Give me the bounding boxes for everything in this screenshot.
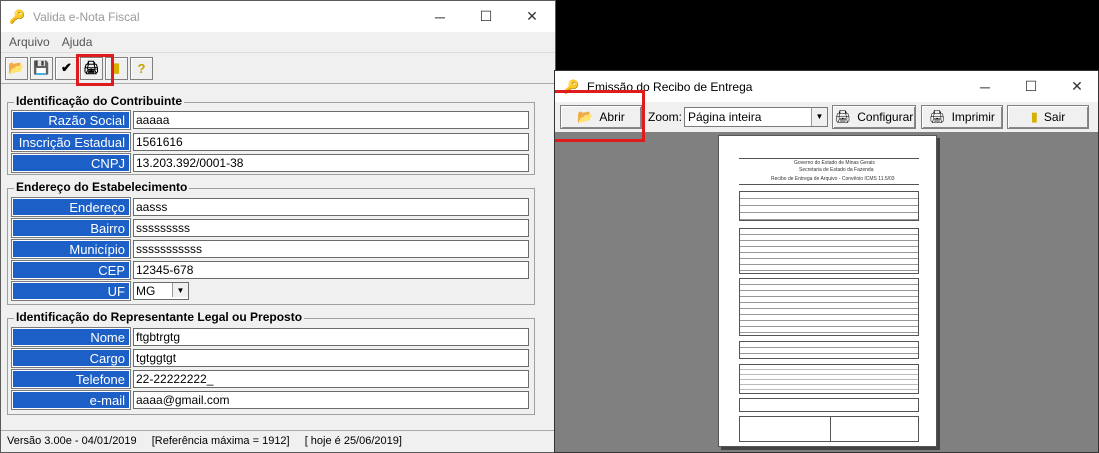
doc-header-2: Secretaria de Estado da Fazenda <box>799 167 874 173</box>
label-uf: UF <box>11 281 131 301</box>
group-endereco: Endereço do Estabelecimento Endereço aass… <box>7 180 535 305</box>
input-municipio[interactable]: sssssssssss <box>133 240 529 258</box>
chevron-down-icon[interactable]: ▼ <box>811 108 827 126</box>
maximize-button[interactable]: ☐ <box>1008 71 1054 102</box>
imprimir-button[interactable]: 🖨 Imprimir <box>921 105 1003 129</box>
printer-icon: 🖨 <box>929 109 946 124</box>
exit-door-icon: ▮ <box>1030 109 1038 124</box>
input-telefone[interactable]: 22-22222222_ <box>133 370 529 388</box>
valida-window: 🔑 Valida e-Nota Fiscal ─ ☐ ✕ Arquivo Aju… <box>0 0 556 453</box>
label-razao-social: Razão Social <box>11 110 131 130</box>
group-representante: Identificação do Representante Legal ou … <box>7 310 535 415</box>
group-title: Identificação do Representante Legal ou … <box>14 310 305 324</box>
doc-header-1: Governo do Estado de Minas Gerais <box>794 160 875 166</box>
doc-header-3: Recibo de Entrega de Arquivo - Convênio … <box>771 176 895 182</box>
label-municipio: Município <box>11 239 131 259</box>
group-title: Identificação do Contribuinte <box>14 94 185 108</box>
app-icon: 🔑 <box>9 8 26 24</box>
label-cep: CEP <box>11 260 131 280</box>
configurar-button[interactable]: 🖨 Configurar <box>832 105 916 129</box>
maximize-button[interactable]: ☐ <box>463 1 509 32</box>
highlight-box <box>555 90 645 142</box>
close-button[interactable]: ✕ <box>1054 71 1098 102</box>
help-icon[interactable]: ? <box>130 56 153 80</box>
zoom-label: Zoom: <box>648 110 683 124</box>
label-bairro: Bairro <box>11 218 131 238</box>
doc-termo <box>739 364 919 394</box>
doc-table-contribuinte <box>739 191 919 221</box>
highlight-box <box>76 54 114 86</box>
status-versao: Versão 3.00e - 04/01/2019 <box>7 435 137 447</box>
label-inscricao-estadual: Inscrição Estadual <box>11 132 131 152</box>
doc-signature <box>739 398 919 412</box>
title-bar: 🔑 Valida e-Nota Fiscal ─ ☐ ✕ <box>1 1 555 32</box>
input-bairro[interactable]: sssssssss <box>133 219 529 237</box>
input-inscricao-estadual[interactable]: 1561616 <box>133 133 529 151</box>
open-file-icon[interactable]: 📂 <box>5 56 28 80</box>
input-email[interactable]: aaaa@gmail.com <box>133 391 529 409</box>
check-icon[interactable]: ✔ <box>55 56 78 80</box>
recibo-window: 🔑 Emissão do Recibo de Entrega ─ ☐ ✕ 📂 Ab… <box>554 70 1099 453</box>
input-razao-social[interactable]: aaaaa <box>133 111 529 129</box>
close-button[interactable]: ✕ <box>509 1 555 32</box>
status-bar: Versão 3.00e - 04/01/2019 [Referência má… <box>1 430 555 452</box>
doc-table-valores <box>739 341 919 359</box>
doc-rodape <box>739 416 919 442</box>
label-telefone: Telefone <box>11 369 131 389</box>
input-cargo[interactable]: tgtggtgt <box>133 349 529 367</box>
label-cnpj: CNPJ <box>11 153 131 173</box>
menu-arquivo[interactable]: Arquivo <box>9 35 50 49</box>
group-title: Endereço do Estabelecimento <box>14 180 190 194</box>
label-nome: Nome <box>11 327 131 347</box>
printer-settings-icon: 🖨 <box>834 109 852 124</box>
status-hoje: [ hoje é 25/06/2019] <box>304 435 402 447</box>
menu-bar: Arquivo Ajuda <box>1 32 555 52</box>
minimize-button[interactable]: ─ <box>962 71 1008 102</box>
receipt-page-preview: Governo do Estado de Minas Gerais Secret… <box>718 135 937 447</box>
minimize-button[interactable]: ─ <box>417 1 463 32</box>
chevron-down-icon[interactable]: ▼ <box>172 283 188 297</box>
input-cnpj[interactable]: 13.203.392/0001-38 <box>133 154 529 172</box>
sair-button[interactable]: ▮ Sair <box>1007 105 1089 129</box>
group-contribuinte: Identificação do Contribuinte Razão Soci… <box>7 94 535 175</box>
menu-ajuda[interactable]: Ajuda <box>62 35 93 49</box>
input-cep[interactable]: 12345-678 <box>133 261 529 279</box>
label-email: e-mail <box>11 390 131 410</box>
label-endereco: Endereço <box>11 197 131 217</box>
status-referencia: [Referência máxima = 1912] <box>151 435 290 447</box>
uf-value: MG <box>136 284 156 298</box>
input-nome[interactable]: ftgbtrgtg <box>133 328 529 346</box>
doc-table-totais <box>739 278 919 336</box>
doc-table-arquivo <box>739 228 919 274</box>
uf-select[interactable]: MG ▼ <box>133 282 189 300</box>
save-icon[interactable]: 💾 <box>30 56 53 80</box>
input-endereco[interactable]: aasss <box>133 198 529 216</box>
label-cargo: Cargo <box>11 348 131 368</box>
window-title: Valida e-Nota Fiscal <box>33 9 140 24</box>
zoom-select[interactable]: Página inteira ▼ <box>684 107 828 127</box>
